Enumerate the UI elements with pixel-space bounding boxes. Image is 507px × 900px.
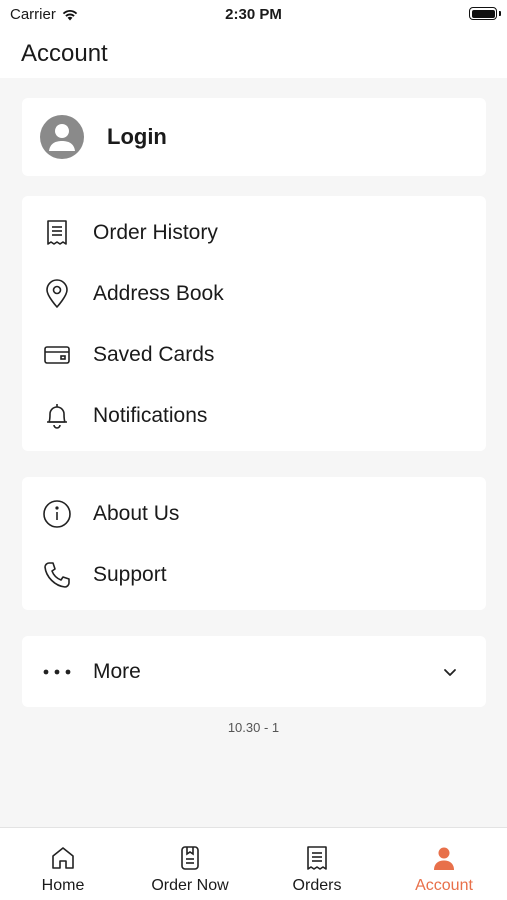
menu-item-address-book[interactable]: Address Book	[22, 263, 486, 324]
tab-orders[interactable]: Orders	[254, 828, 380, 900]
menu-item-label: Notifications	[93, 403, 208, 427]
credit-card-icon	[42, 340, 72, 370]
page-header: Account	[0, 28, 507, 78]
login-label: Login	[107, 124, 167, 149]
account-icon	[434, 847, 454, 870]
order-now-icon	[181, 846, 199, 870]
account-menu-primary: Order History Address Book Saved Cards N…	[22, 196, 486, 451]
status-bar: Carrier 2:30 PM	[0, 0, 507, 28]
menu-item-label: About Us	[93, 501, 180, 525]
tab-label: Orders	[292, 877, 342, 894]
tab-account[interactable]: Account	[381, 828, 507, 900]
info-icon	[42, 499, 72, 529]
receipt-icon	[42, 218, 72, 248]
tab-order-now[interactable]: Order Now	[127, 828, 253, 900]
login-card[interactable]: Login	[22, 98, 486, 176]
status-time: 2:30 PM	[225, 6, 282, 23]
battery-icon	[469, 7, 497, 20]
tab-label: Account	[415, 877, 473, 894]
page-title: Account	[21, 40, 108, 67]
menu-item-label: Address Book	[93, 281, 224, 305]
app-version: 10.30 - 1	[227, 720, 280, 735]
menu-item-about-us[interactable]: About Us	[22, 483, 486, 544]
chevron-down-icon	[444, 668, 456, 676]
tab-home[interactable]: Home	[0, 828, 126, 900]
menu-item-label: Saved Cards	[93, 342, 215, 366]
tab-label: Home	[41, 877, 85, 894]
battery-tip	[499, 11, 501, 16]
more-label: More	[93, 659, 141, 683]
tab-label: Order Now	[151, 877, 229, 894]
menu-item-notifications[interactable]: Notifications	[22, 385, 486, 446]
home-icon	[52, 847, 74, 869]
account-menu-secondary: About Us Support	[22, 477, 486, 610]
bottom-tab-bar: Home Order Now Orders Account	[0, 827, 507, 900]
more-dots-icon	[42, 657, 72, 687]
more-section: More	[22, 636, 486, 707]
bell-icon	[42, 401, 72, 431]
user-avatar-icon	[40, 115, 84, 159]
menu-item-saved-cards[interactable]: Saved Cards	[22, 324, 486, 385]
menu-item-support[interactable]: Support	[22, 544, 486, 605]
orders-icon	[307, 846, 327, 870]
location-pin-icon	[42, 278, 72, 309]
menu-item-order-history[interactable]: Order History	[22, 202, 486, 263]
menu-item-label: Support	[93, 562, 167, 586]
more-toggle[interactable]: More	[22, 641, 486, 702]
phone-icon	[42, 560, 72, 590]
menu-item-label: Order History	[93, 220, 218, 244]
